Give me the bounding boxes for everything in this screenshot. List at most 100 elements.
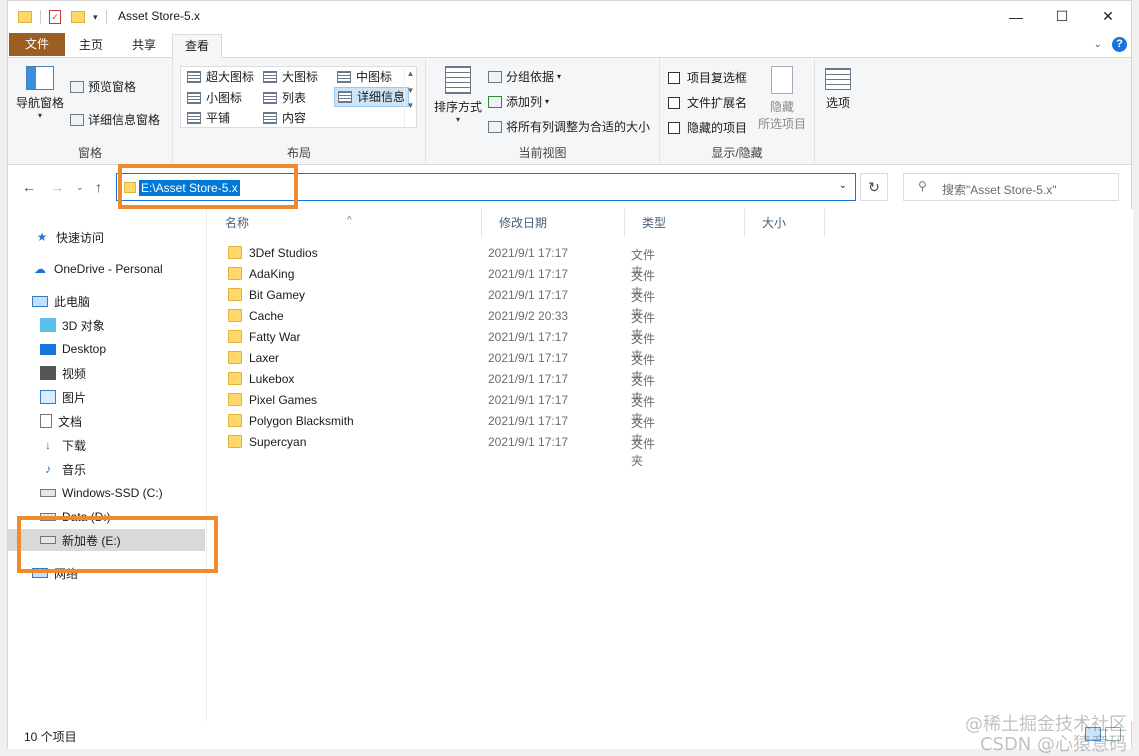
sidebar-item-documents[interactable]: 文档: [40, 410, 82, 432]
details-pane-icon: [70, 113, 84, 126]
table-row[interactable]: Supercyan 2021/9/1 17:17 文件夹: [225, 432, 665, 468]
item-count: 10 个项目: [24, 730, 77, 744]
sidebar-item-onedrive[interactable]: ☁ OneDrive - Personal: [32, 258, 163, 280]
table-row[interactable]: Bit Gamey 2021/9/1 17:17 文件夹: [225, 285, 665, 321]
properties-icon[interactable]: ✓: [49, 10, 61, 24]
explorer-window: ✓ ▾ Asset Store-5.x — ☐ ✕ 文件 主页 共享 查看 ⌄ …: [7, 0, 1133, 749]
item-checkboxes-checkbox[interactable]: [668, 71, 680, 84]
layout-content[interactable]: 内容: [263, 108, 306, 128]
layout-tiles[interactable]: 平铺: [187, 108, 230, 128]
expand-ribbon-icon[interactable]: ⌄: [1094, 39, 1102, 50]
tab-home[interactable]: 主页: [73, 34, 109, 58]
column-header-size[interactable]: 大小: [745, 209, 825, 237]
desktop-icon: [40, 343, 56, 355]
hide-selected-button[interactable]: 隐藏 所选项目: [754, 66, 810, 132]
table-row[interactable]: Polygon Blacksmith 2021/9/1 17:17 文件夹: [225, 411, 665, 447]
layout-list[interactable]: 列表: [263, 88, 306, 108]
add-columns-button[interactable]: 添加列 ▾: [488, 93, 549, 110]
sidebar-item-music[interactable]: ♪ 音乐: [40, 458, 86, 480]
sidebar-item-videos[interactable]: 视频: [40, 362, 86, 384]
tab-file[interactable]: 文件: [9, 33, 65, 56]
column-header-type[interactable]: 类型: [625, 209, 745, 237]
table-row[interactable]: Lukebox 2021/9/1 17:17 文件夹: [225, 369, 665, 405]
table-row[interactable]: Cache 2021/9/2 20:33 文件夹: [225, 306, 665, 342]
forward-arrow-icon[interactable]: →: [50, 179, 64, 195]
maximize-button[interactable]: ☐: [1039, 1, 1085, 32]
scroll-down-icon[interactable]: ▼: [405, 86, 416, 95]
ribbon-help-area: ⌄ ?: [1094, 37, 1127, 52]
highlight-drive-box: [17, 516, 218, 573]
extra-large-icons-icon: [187, 71, 201, 83]
refresh-icon: ↻: [868, 179, 880, 195]
window-title: Asset Store-5.x: [118, 9, 201, 23]
sort-by-button[interactable]: 排序方式 ▾: [432, 66, 484, 124]
hidden-items-checkbox[interactable]: [668, 121, 680, 134]
details-pane-button[interactable]: 详细信息窗格: [70, 111, 160, 128]
sort-by-label: 排序方式: [433, 100, 482, 114]
sidebar-item-quick-access[interactable]: ★ 快速访问: [34, 226, 104, 248]
new-folder-icon[interactable]: [71, 11, 85, 23]
star-icon: ★: [36, 230, 48, 244]
tab-share[interactable]: 共享: [126, 34, 162, 58]
scroll-up-icon[interactable]: ▲: [405, 69, 416, 78]
details-icon: [338, 91, 352, 103]
download-icon: ↓: [45, 438, 51, 452]
sidebar-item-drive-c[interactable]: Windows-SSD (C:): [40, 482, 163, 504]
customize-toolbar-icon[interactable]: ▾: [93, 12, 98, 23]
minimize-button[interactable]: —: [993, 1, 1039, 32]
size-all-columns-button[interactable]: 将所有列调整为合适的大小: [488, 118, 650, 135]
address-dropdown-icon[interactable]: ⌄: [839, 180, 847, 191]
layout-large-icons[interactable]: 大图标: [263, 67, 318, 87]
sidebar-item-3d-objects[interactable]: 3D 对象: [40, 314, 105, 336]
item-checkboxes-toggle[interactable]: 项目复选框: [668, 69, 747, 86]
layout-gallery-scroll[interactable]: ▲ ▼ ▼: [404, 67, 416, 127]
table-row[interactable]: Laxer 2021/9/1 17:17 文件夹: [225, 348, 665, 384]
table-row[interactable]: Pixel Games 2021/9/1 17:17 文件夹: [225, 390, 665, 426]
sort-ascending-icon: ^: [347, 215, 352, 226]
search-box[interactable]: ⚲ 搜索"Asset Store-5.x": [903, 173, 1119, 201]
hidden-items-toggle[interactable]: 隐藏的项目: [668, 119, 747, 136]
document-icon: [40, 414, 52, 428]
content-icon: [263, 112, 277, 124]
layout-medium-icons[interactable]: 中图标: [337, 67, 392, 87]
table-row[interactable]: Fatty War 2021/9/1 17:17 文件夹: [225, 327, 665, 363]
gallery-more-icon[interactable]: ▼: [405, 101, 416, 110]
folder-icon: [228, 309, 242, 322]
size-columns-icon: [488, 120, 502, 133]
cloud-icon: ☁: [34, 262, 46, 276]
column-header-date[interactable]: 修改日期: [482, 209, 625, 237]
tiles-icon: [187, 112, 201, 124]
details-pane-label: 详细信息窗格: [88, 113, 161, 127]
file-extensions-checkbox[interactable]: [668, 96, 680, 109]
layout-extra-large-icons[interactable]: 超大图标: [187, 67, 254, 87]
help-icon[interactable]: ?: [1112, 37, 1127, 52]
layout-small-icons[interactable]: 小图标: [187, 88, 242, 108]
file-extensions-toggle[interactable]: 文件扩展名: [668, 94, 747, 111]
preview-pane-button[interactable]: 预览窗格: [70, 78, 136, 95]
folder-icon: [228, 351, 242, 364]
column-header-name[interactable]: 名称 ^: [208, 209, 482, 237]
table-row[interactable]: 3Def Studios 2021/9/1 17:17 文件夹: [225, 243, 665, 279]
tab-view[interactable]: 查看: [172, 34, 222, 60]
refresh-button[interactable]: ↻: [860, 173, 888, 201]
folder-icon: [228, 330, 242, 343]
back-arrow-icon[interactable]: ←: [22, 179, 36, 195]
sidebar-item-this-pc[interactable]: 此电脑: [32, 290, 90, 312]
up-arrow-icon[interactable]: ↑: [95, 179, 102, 195]
table-row[interactable]: AdaKing 2021/9/1 17:17 文件夹: [225, 264, 665, 300]
close-button[interactable]: ✕: [1085, 1, 1131, 32]
sidebar-item-pictures[interactable]: 图片: [40, 386, 86, 408]
nav-pane-button[interactable]: 导航窗格 ▾: [14, 66, 66, 120]
folder-icon: [228, 393, 242, 406]
status-bar: 10 个项目: [8, 721, 1131, 749]
add-columns-icon: [488, 95, 502, 108]
sidebar-item-desktop[interactable]: Desktop: [40, 338, 106, 360]
layout-details[interactable]: 详细信息: [334, 87, 410, 107]
list-icon: [263, 92, 277, 104]
recent-locations-icon[interactable]: ⌄: [76, 182, 84, 193]
sidebar-item-downloads[interactable]: ↓ 下载: [40, 434, 86, 456]
group-by-button[interactable]: 分组依据 ▾: [488, 68, 561, 85]
options-button[interactable]: 选项: [820, 68, 856, 111]
preview-pane-label: 预览窗格: [88, 80, 137, 94]
group-label-panes: 窗格: [77, 146, 102, 160]
